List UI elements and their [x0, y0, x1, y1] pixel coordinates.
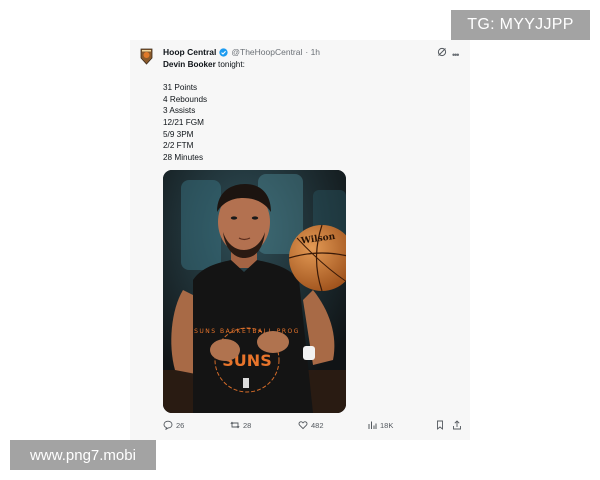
verified-badge-icon [219, 47, 229, 57]
stat-line: 5/9 3PM [163, 129, 194, 139]
tweet-lead-rest: tonight: [215, 60, 245, 69]
watermark-top-right: TG: MYYJJPP [451, 10, 590, 40]
hoop-central-avatar-icon[interactable] [140, 48, 153, 65]
stat-line: 31 Points [163, 83, 198, 93]
grok-icon[interactable] [437, 47, 447, 57]
tweet-card[interactable]: Hoop Central @TheHoopCentral · 1h ••• De… [130, 40, 470, 440]
tweet-header: Hoop Central @TheHoopCentral · 1h [163, 47, 320, 57]
watermark-bottom-left: www.png7.mobi [10, 440, 156, 470]
views-chart-icon [368, 421, 377, 429]
author-handle[interactable]: @TheHoopCentral [231, 47, 302, 57]
views-button[interactable]: 18K [367, 420, 393, 430]
jersey-ring-text: SUNS BASKETBALL PROG [194, 328, 300, 335]
player-name: Devin Booker [163, 60, 216, 69]
heart-icon [298, 421, 308, 430]
tweet-lead-line: Devin Booker tonight: [163, 59, 245, 71]
stat-line: 4 Rebounds [163, 94, 208, 104]
more-options-icon[interactable]: ••• [452, 50, 460, 60]
repost-count: 28 [243, 420, 252, 430]
tweet-timestamp[interactable]: · 1h [305, 47, 320, 57]
reply-button[interactable]: 26 [163, 420, 184, 430]
stat-line: 28 Minutes [163, 152, 204, 162]
player-photo-illustration: SUNS SUNS BASKETBALL PROG Wilson [163, 170, 346, 413]
like-count: 482 [311, 420, 324, 430]
repost-button[interactable]: 28 [230, 420, 251, 430]
tweet-text: Devin Booker tonight: 31 Points 4 Reboun… [163, 59, 245, 163]
bookmark-icon [437, 420, 443, 430]
share-icon [453, 420, 461, 430]
stat-line: 3 Assists [163, 106, 196, 116]
author-name[interactable]: Hoop Central [163, 47, 216, 57]
tweet-photo[interactable]: SUNS SUNS BASKETBALL PROG Wilson [163, 170, 346, 413]
bookmark-button[interactable] [435, 420, 445, 430]
stat-line: 12/21 FGM [163, 117, 204, 127]
reply-icon [163, 420, 173, 430]
reply-count: 26 [176, 420, 185, 430]
stat-line: 2/2 FTM [163, 141, 194, 151]
stat-list: 31 Points 4 Rebounds 3 Assists 12/21 FGM… [163, 82, 245, 163]
tweet-actions: 26 28 482 18K [163, 420, 463, 434]
share-button[interactable] [452, 420, 462, 430]
repost-icon [230, 421, 240, 429]
views-count: 18K [380, 420, 394, 430]
like-button[interactable]: 482 [298, 420, 324, 430]
